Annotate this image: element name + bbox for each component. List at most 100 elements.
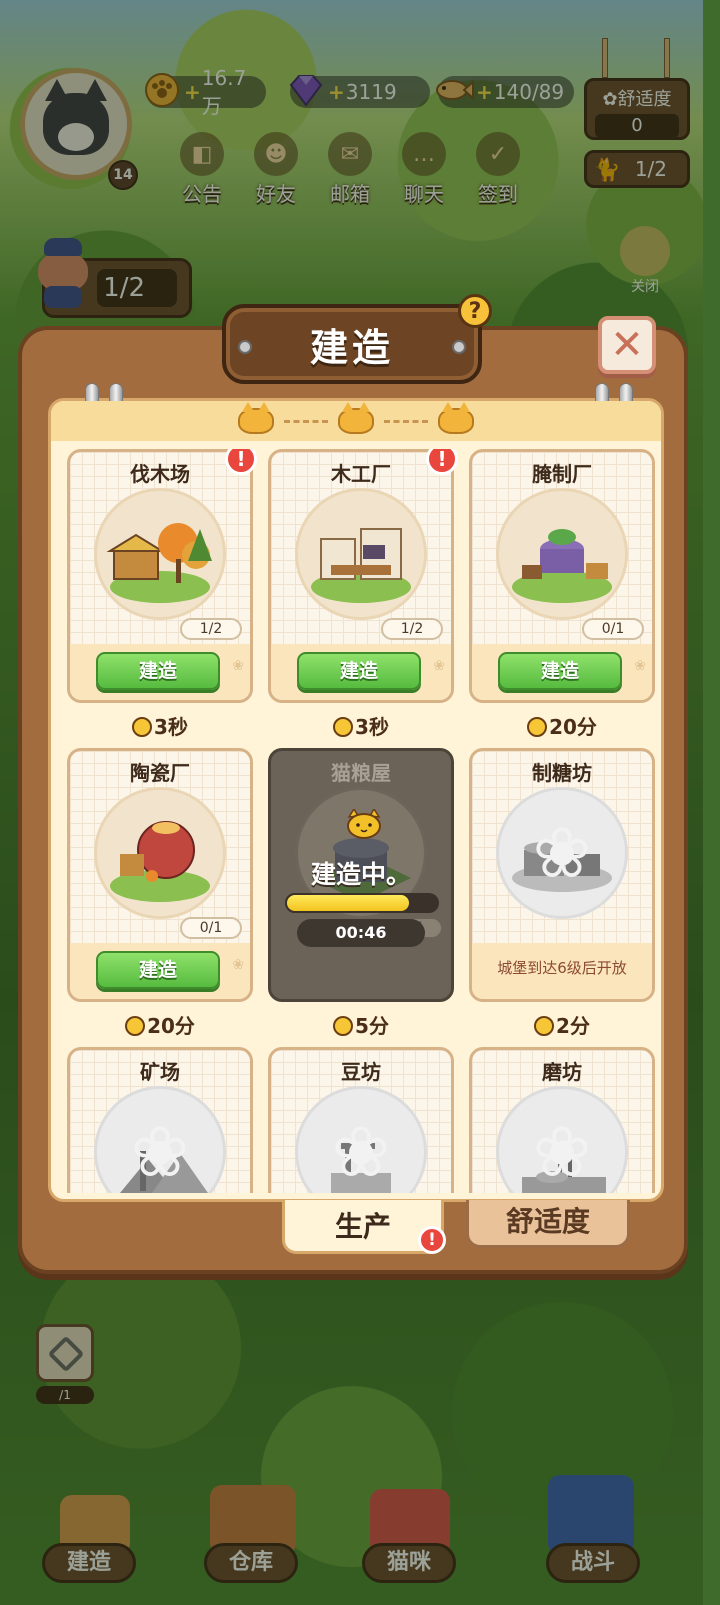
card-footer: 城堡到达6级后开放	[472, 943, 652, 999]
cat-head-icon	[438, 402, 474, 434]
tab-label: 生产	[334, 1210, 391, 1243]
mine-illustration: ❀	[94, 1086, 226, 1193]
fish-value: 140/89	[493, 80, 565, 104]
paw-print-icon: ❀	[634, 658, 646, 674]
saw-tool-icon	[47, 1335, 85, 1373]
build-countdown: 00:46	[297, 919, 425, 947]
sign-rope	[664, 38, 670, 78]
build-time-value: 5分	[355, 1014, 389, 1038]
comfort-label: 舒适度	[617, 89, 672, 110]
cat-head-icon	[338, 402, 374, 434]
build-progress-fill	[285, 893, 412, 913]
building-card-cat-food-house[interactable]: 猫粮屋 建造中。 2/4 00:46	[268, 748, 454, 1002]
help-button[interactable]: ?	[458, 294, 492, 328]
cat-face-icon	[346, 807, 382, 843]
paw-coin-icon	[142, 70, 182, 110]
building-card-ceramics-factory[interactable]: 陶瓷厂 0/1 建造 ❀	[67, 748, 253, 1002]
menu-label: 聊天	[404, 182, 444, 206]
building-name: 磨坊	[542, 1060, 582, 1084]
worker-cat-icon: 🐈	[593, 158, 621, 183]
paw-coin-value: 16.7万	[201, 65, 247, 118]
comfort-flower-icon: ✿	[602, 89, 618, 110]
menu-mailbox[interactable]: ✉ 邮箱	[322, 132, 378, 207]
build-time: 5分	[268, 1010, 454, 1039]
building-name: 制糖坊	[532, 761, 592, 785]
build-time-value: 20分	[147, 1014, 195, 1038]
building-count: 0/1	[180, 917, 242, 939]
nav-battle-button[interactable]: 战斗	[546, 1543, 640, 1583]
gem-icon	[286, 70, 326, 110]
add-fish-icon[interactable]: +	[476, 80, 493, 104]
alarm-clock-icon	[125, 1016, 146, 1036]
tab-label: 舒适度	[505, 1205, 590, 1238]
build-progress-bar	[285, 893, 439, 913]
build-button[interactable]: 建造	[96, 652, 220, 690]
paw-coin-counter[interactable]: +16.7万	[145, 66, 266, 118]
building-card-mill[interactable]: 磨坊 ❀	[469, 1047, 655, 1193]
building-count: 1/2	[381, 618, 443, 640]
add-gem-icon[interactable]: +	[328, 80, 345, 104]
build-time: 20分	[469, 711, 655, 740]
menu-label: 公告	[182, 182, 222, 206]
gem-value: 3119	[345, 80, 397, 104]
building-name: 猫粮屋	[331, 761, 391, 785]
gem-counter[interactable]: +3119	[289, 75, 430, 108]
sign-rope	[602, 38, 608, 78]
guard-cat-icon	[34, 238, 92, 308]
build-time: 2分	[469, 1010, 655, 1039]
mill-illustration: ❀	[496, 1086, 628, 1193]
hud-close-shortcut[interactable]: 关闭	[610, 226, 680, 296]
building-card-carpentry[interactable]: 木工厂 1/2 建造 ❀	[268, 449, 454, 703]
building-card-pickling-factory[interactable]: 腌制厂 0/1 建造 ❀	[469, 449, 655, 703]
side-tool-button[interactable]	[36, 1324, 94, 1382]
close-button[interactable]: ✕	[598, 316, 656, 374]
ceramics-factory-illustration	[94, 787, 226, 919]
building-card-lumber-yard[interactable]: 伐木场 1/2 建造 ❀	[67, 449, 253, 703]
build-time: 3秒	[268, 711, 454, 740]
card-footer: 建造 ❀	[271, 644, 451, 700]
worker-counter[interactable]: 🐈 1/2	[584, 150, 690, 188]
fish-icon	[434, 70, 474, 110]
chat-icon: …	[402, 132, 446, 176]
mailbox-icon: ✉	[328, 132, 372, 176]
menu-friends[interactable]: ☻ 好友	[248, 132, 304, 207]
build-time-value: 3秒	[355, 715, 389, 739]
card-footer: 建造 ❀	[70, 943, 250, 999]
menu-announcement[interactable]: ◧ 公告	[174, 132, 230, 207]
tab-comfort[interactable]: 舒适度	[466, 1200, 630, 1248]
player-level-badge: 14	[108, 160, 138, 190]
build-button[interactable]: 建造	[297, 652, 421, 690]
announcement-icon: ◧	[180, 132, 224, 176]
menu-chat[interactable]: … 聊天	[396, 132, 452, 207]
menu-label: 邮箱	[330, 182, 370, 206]
build-button[interactable]: 建造	[498, 652, 622, 690]
plate-stud	[238, 340, 252, 354]
plate-stud	[452, 340, 466, 354]
comfort-sign[interactable]: ✿舒适度 0	[584, 78, 690, 140]
building-list-panel: 伐木场 1/2 建造 ❀ ! 3秒 木工厂 1/2 建造 ❀ ! 3秒 腌制厂 …	[48, 383, 664, 1202]
building-card-mine[interactable]: 矿场 ❀	[67, 1047, 253, 1193]
cooking-pot-icon	[620, 226, 670, 276]
building-grid[interactable]: 伐木场 1/2 建造 ❀ ! 3秒 木工厂 1/2 建造 ❀ ! 3秒 腌制厂 …	[67, 449, 657, 1193]
dialog-title: 建造	[309, 325, 394, 370]
lumber-yard-illustration	[94, 488, 226, 620]
building-card-candy-workshop[interactable]: 制糖坊 ❀ 城堡到达6级后开放	[469, 748, 655, 1002]
building-name: 豆坊	[341, 1060, 381, 1084]
nav-cats-button[interactable]: 猫咪	[362, 1543, 456, 1583]
alarm-clock-icon	[132, 717, 153, 737]
worker-count: 1/2	[634, 157, 667, 181]
add-paw-coin-icon[interactable]: +	[184, 80, 201, 104]
nav-warehouse-button[interactable]: 仓库	[204, 1543, 298, 1583]
build-time-value: 3秒	[154, 715, 188, 739]
cat-head-icon	[238, 402, 274, 434]
menu-check-in[interactable]: ✓ 签到	[470, 132, 526, 207]
build-button[interactable]: 建造	[96, 951, 220, 989]
side-tool-count: /1	[36, 1386, 94, 1404]
bottom-navigation: 建造 仓库 猫咪 战斗	[0, 1475, 703, 1605]
nav-build-button[interactable]: 建造	[42, 1543, 136, 1583]
building-card-tofu-workshop[interactable]: 豆坊 ❀	[268, 1047, 454, 1193]
paw-watermark-icon: ❀	[532, 812, 592, 894]
build-time: 3秒	[67, 711, 253, 740]
carpentry-illustration	[295, 488, 427, 620]
fish-counter[interactable]: +140/89	[436, 76, 574, 108]
